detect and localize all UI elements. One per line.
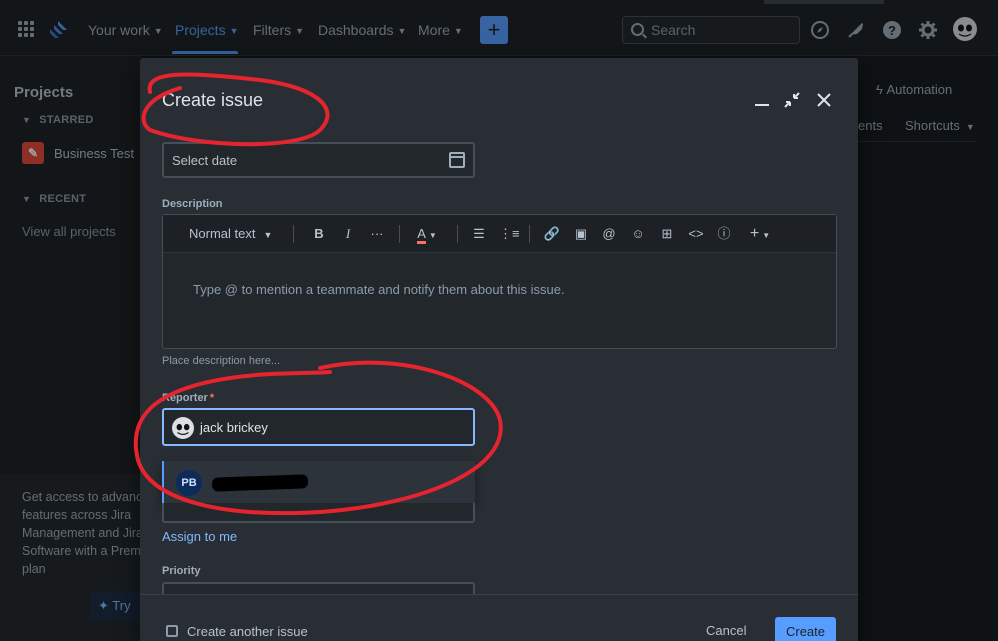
redacted-name [211, 474, 309, 492]
text-color-icon[interactable]: A ▼ [413, 224, 441, 244]
minimize-icon[interactable] [752, 90, 772, 110]
mention-icon[interactable]: @ [600, 224, 618, 244]
link-icon[interactable]: 🔗 [543, 224, 561, 244]
modal-title: Create issue [162, 90, 264, 110]
create-another-label: Create another issue [187, 624, 308, 639]
description-label: Description [162, 198, 223, 210]
italic-icon[interactable]: I [340, 224, 356, 244]
modal-footer: Create another issue Cancel Create [140, 594, 858, 641]
more-formatting-icon[interactable]: ··· [368, 224, 386, 244]
bullet-list-icon[interactable]: ☰ [470, 224, 488, 244]
reporter-value: jack brickey [200, 420, 268, 435]
calendar-icon[interactable] [449, 152, 465, 168]
create-another-checkbox[interactable] [166, 625, 178, 637]
assign-to-me-link[interactable]: Assign to me [162, 529, 237, 544]
reporter-avatar [172, 417, 194, 439]
priority-select[interactable] [162, 582, 475, 594]
reporter-label: Reporter * [162, 392, 215, 404]
create-button[interactable]: Create [775, 617, 836, 641]
collapse-icon[interactable] [782, 90, 802, 110]
chevron-down-icon: ▼ [263, 230, 273, 240]
close-icon[interactable] [814, 90, 834, 110]
option-avatar: PB [176, 470, 202, 496]
description-editor[interactable]: Normal text ▼ B I ··· A ▼ ☰ ⋮≡ 🔗 ▣ @ ☺ ⊞ <… [162, 214, 837, 349]
editor-placeholder: Type @ to mention a teammate and notify … [193, 282, 565, 297]
code-icon[interactable]: <> [686, 224, 706, 244]
description-help-text: Place description here... [162, 355, 281, 367]
date-picker[interactable]: Select date [162, 142, 475, 178]
bold-icon[interactable]: B [311, 224, 327, 244]
table-icon[interactable]: ⊞ [658, 224, 676, 244]
create-issue-modal: Create issue Select date Description Nor… [140, 58, 858, 641]
modal-body: Select date Description Normal text ▼ B I… [140, 138, 858, 594]
text-style-dropdown[interactable]: Normal text ▼ [189, 224, 272, 244]
reporter-dropdown-option[interactable]: PB [162, 461, 475, 503]
editor-toolbar: Normal text ▼ B I ··· A ▼ ☰ ⋮≡ 🔗 ▣ @ ☺ ⊞ <… [163, 215, 836, 253]
info-icon[interactable]: ⓘ [715, 224, 733, 244]
insert-more-icon[interactable]: + ▼ [745, 224, 775, 244]
numbered-list-icon[interactable]: ⋮≡ [499, 224, 520, 244]
image-icon[interactable]: ▣ [572, 224, 590, 244]
priority-label: Priority [162, 565, 201, 577]
partially-hidden-field [162, 503, 475, 523]
emoji-icon[interactable]: ☺ [629, 224, 647, 244]
reporter-select[interactable]: jack brickey [162, 408, 475, 446]
skull-avatar-icon [176, 423, 190, 435]
cancel-button[interactable]: Cancel [706, 623, 746, 638]
